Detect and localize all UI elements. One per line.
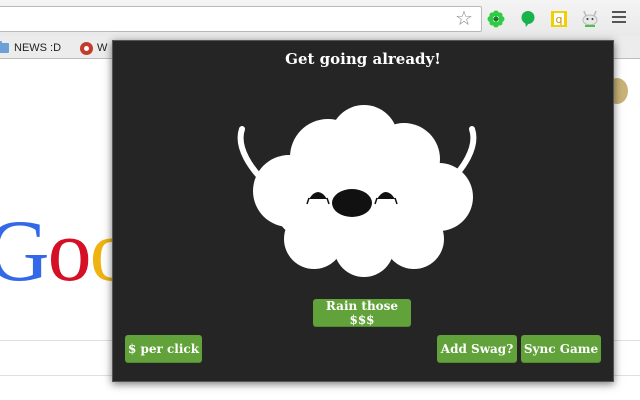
add-swag-button[interactable]: Add Swag?	[437, 335, 517, 363]
address-bar[interactable]	[0, 6, 482, 32]
screen: ☆ q NEWS:D W Goo Get going already! Rai…	[0, 0, 640, 400]
cloud-creature-icon[interactable]	[580, 9, 600, 29]
bookmark-site[interactable]: W	[80, 40, 107, 56]
menu-icon[interactable]	[612, 11, 626, 25]
bookmark-news[interactable]: NEWS :D	[0, 40, 61, 56]
popup-title: Get going already!	[285, 50, 441, 68]
svg-text:q: q	[556, 13, 563, 26]
green-flower-icon[interactable]	[486, 9, 506, 29]
rain-money-button[interactable]: Rain those $$$	[313, 299, 411, 327]
bookmark-label: NEWS :D	[14, 42, 62, 54]
browser-toolbar: ☆ q	[0, 0, 640, 36]
bookmark-star-icon[interactable]: ☆	[453, 7, 475, 29]
extension-popup: Get going already! Rain those $$$ $ per …	[112, 40, 614, 382]
per-click-button[interactable]: $ per click	[125, 335, 202, 363]
sync-game-button[interactable]: Sync Game	[521, 335, 601, 363]
q-icon[interactable]: q	[549, 9, 569, 29]
site-favicon	[80, 41, 93, 55]
bookmark-label: W	[97, 42, 108, 54]
cloud-character[interactable]	[234, 79, 494, 289]
folder-icon	[0, 41, 9, 53]
speech-bubble-icon[interactable]	[518, 9, 538, 29]
